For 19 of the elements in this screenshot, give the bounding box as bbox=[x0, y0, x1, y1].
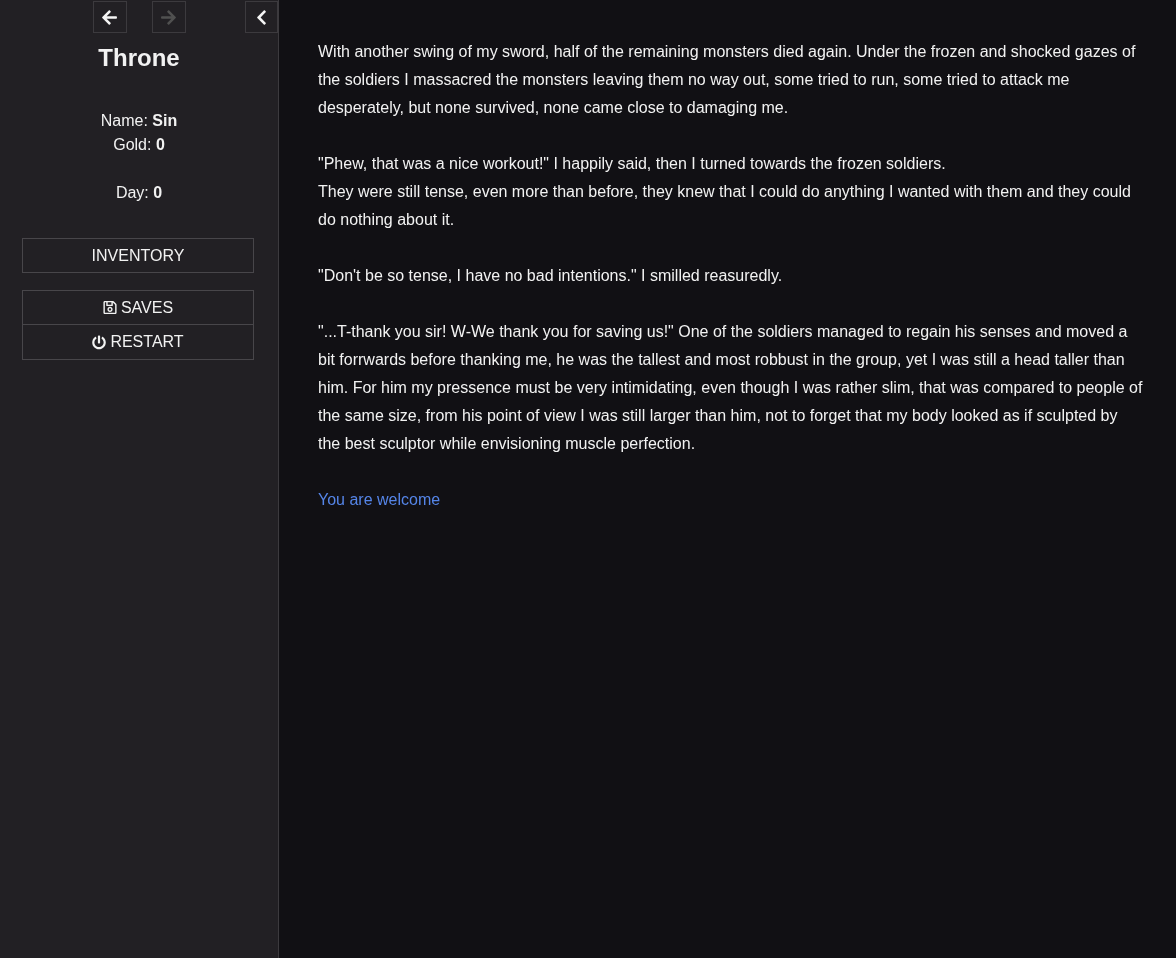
story-paragraph: "Phew, that was a nice workout!" I happily said, then I turned towards the frozen soldiers. bbox=[318, 154, 947, 174]
collapse-sidebar-button[interactable] bbox=[245, 1, 278, 33]
arrow-right-icon bbox=[160, 8, 177, 26]
story-paragraph: With another swing of my sword, half of the remaining monsters died again. Under the frozen and shocked gazes of the soldiers I massacred the monsters leaving them no way out, some tried to run, some tried to attack me desperately, but none survived, none came close to damaging me. bbox=[318, 42, 1137, 118]
menu-button[interactable]: SAVES bbox=[22, 290, 254, 325]
menu-button[interactable]: INVENTORY bbox=[22, 238, 254, 273]
arrow-left-icon bbox=[101, 8, 118, 26]
back-button[interactable] bbox=[92, 1, 127, 33]
story-paragraph: "Don't be so tense, I have no bad intentions." I smilled reasuredly. bbox=[318, 266, 784, 286]
story-paragraph: They were still tense, even more than before, they knew that I could do anything I wanted with them and they could do nothing about it. bbox=[318, 182, 1132, 230]
stat-text: Day: 0 bbox=[115, 183, 163, 203]
stat-text: Gold: 0 bbox=[113, 135, 165, 155]
stat-text: Name: Sin bbox=[100, 111, 178, 131]
choice-link[interactable]: You are welcome bbox=[318, 486, 441, 514]
chevron-left-icon bbox=[255, 8, 268, 26]
location-title: Throne bbox=[98, 44, 180, 72]
story-paragraph: "...T-thank you sir! W-We thank you for saving us!" One of the soldiers managed to regain his senses and moved a bit forrwards before thanking me, he was the tallest and most robbust in the group, yet I was still a head taller than him. For him my pressence must be very intimidating, even though I was rather slim, that was compared to people of the same size, from his point of view I was still larger than him, not to forget that my body looked as if sculpted by the best sculptor while envisioning muscle perfection. bbox=[318, 322, 1143, 454]
menu-button[interactable]: RESTART bbox=[22, 325, 254, 360]
power-icon bbox=[92, 334, 107, 350]
